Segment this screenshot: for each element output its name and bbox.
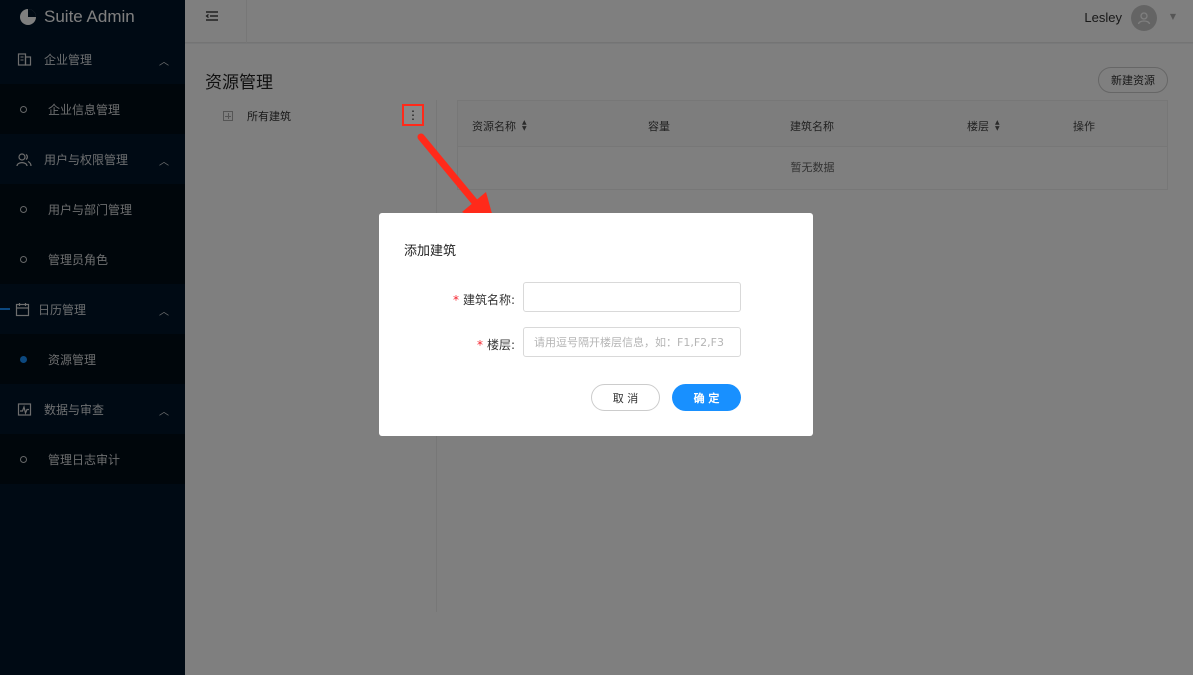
dialog-title: 添加建筑: [404, 244, 457, 259]
more-options-highlight: ⋮: [402, 104, 424, 126]
more-options-icon: ⋮: [407, 108, 419, 122]
building-name-input[interactable]: [523, 282, 741, 312]
floor-label: * 楼层:: [476, 338, 515, 352]
required-mark: *: [452, 293, 459, 307]
required-mark: *: [476, 338, 483, 352]
add-building-dialog: 添加建筑 *建筑名称: *楼层: 取 消 确 定: [379, 213, 813, 436]
floor-input[interactable]: [523, 327, 741, 357]
confirm-button[interactable]: 确 定: [672, 384, 741, 411]
building-name-label: * 建筑名称:: [452, 293, 515, 307]
cancel-button[interactable]: 取 消: [591, 384, 660, 411]
